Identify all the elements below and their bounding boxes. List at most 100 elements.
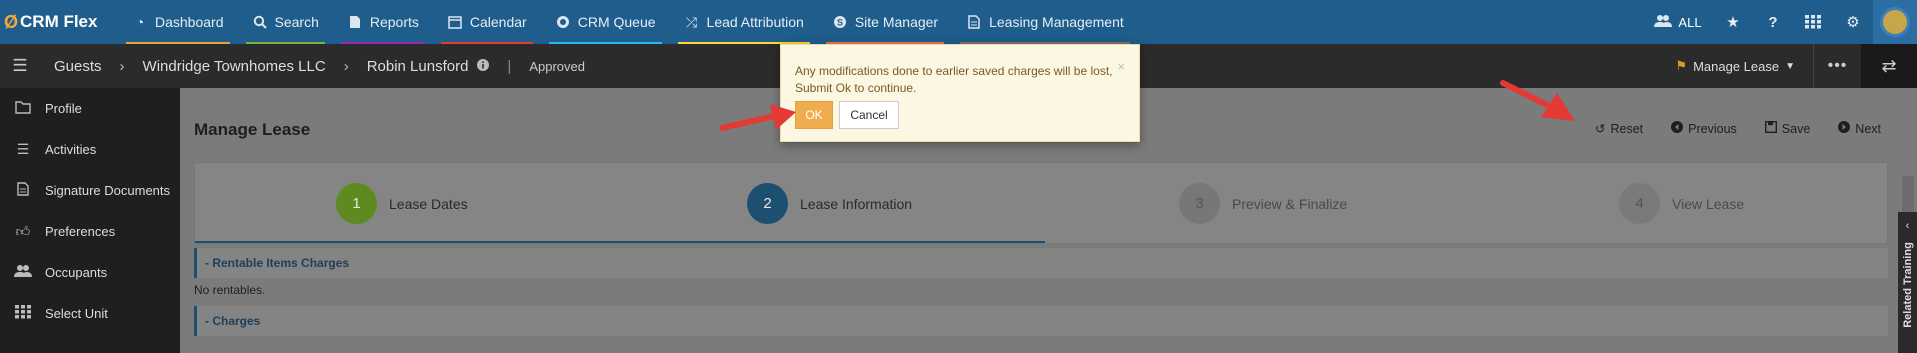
avatar-icon — [1880, 7, 1910, 37]
folder-icon — [14, 100, 32, 117]
calendar-icon — [447, 14, 463, 30]
no-rentables-text: No rentables. — [194, 283, 266, 297]
related-training-tab[interactable]: ‹ Related Training — [1898, 212, 1917, 353]
sidebar-item-label: Preferences — [45, 224, 116, 239]
breadcrumb: Guests › Windridge Townhomes LLC › Robin… — [40, 58, 585, 75]
sidebar-item-signature-documents[interactable]: Signature Documents — [0, 170, 180, 211]
reset-label: Reset — [1610, 121, 1644, 136]
nav-leasing-management[interactable]: Leasing Management — [952, 0, 1138, 44]
crm-queue-icon — [555, 14, 571, 30]
swap-icon[interactable]: ⇄ — [1861, 44, 1917, 88]
step-lease-information[interactable]: 2 Lease Information — [747, 183, 912, 224]
charges-section-header[interactable]: - Charges — [194, 306, 1888, 336]
svg-text:S: S — [837, 18, 843, 28]
sidebar-item-profile[interactable]: Profile — [0, 88, 180, 129]
gear-icon[interactable]: ⚙ — [1833, 13, 1873, 31]
grid-icon[interactable] — [1793, 15, 1833, 29]
rentable-items-section-header[interactable]: - Rentable Items Charges — [194, 248, 1888, 278]
sub-bar-right: ⚑ Manage Lease ▼ ••• ⇄ — [1657, 44, 1917, 88]
grid-icon — [14, 305, 32, 322]
step-label: View Lease — [1672, 195, 1745, 212]
dialog-message: Any modifications done to earlier saved … — [795, 64, 1113, 95]
search-icon — [252, 14, 268, 30]
info-icon[interactable] — [477, 58, 490, 75]
cancel-button[interactable]: Cancel — [839, 101, 899, 129]
all-users-button[interactable]: ALL — [1643, 14, 1713, 31]
nav-leasing-management-label: Leasing Management — [989, 14, 1124, 30]
save-label: Save — [1781, 121, 1811, 136]
annotation-arrow-icon — [1500, 80, 1575, 121]
nav-site-manager[interactable]: S Site Manager — [818, 0, 952, 44]
nav-reports[interactable]: Reports — [333, 0, 433, 44]
nav-dashboard[interactable]: ◔ Dashboard — [118, 0, 238, 44]
help-icon[interactable]: ? — [1753, 14, 1793, 31]
nav-crm-queue[interactable]: CRM Queue — [541, 0, 670, 44]
step-number: 4 — [1619, 183, 1660, 224]
logo-icon: Ø — [4, 11, 19, 32]
sidebar-item-select-unit[interactable]: Select Unit — [0, 293, 180, 334]
divider: | — [507, 57, 512, 75]
step-label: Lease Dates — [389, 195, 468, 212]
nav-calendar-label: Calendar — [469, 14, 527, 30]
nav-reports-label: Reports — [369, 14, 419, 30]
nav-lead-attribution[interactable]: ⤮ Lead Attribution — [670, 0, 818, 44]
sidebar-item-preferences[interactable]: 👍︎ Preferences — [0, 211, 180, 252]
more-options-icon[interactable]: ••• — [1813, 44, 1861, 88]
manage-lease-dropdown[interactable]: ⚑ Manage Lease ▼ — [1657, 44, 1813, 88]
nav-calendar[interactable]: Calendar — [433, 0, 541, 44]
chevron-right-icon: › — [119, 57, 125, 75]
sidebar-item-occupants[interactable]: Occupants — [0, 252, 180, 293]
menu-icon[interactable]: ☰ — [0, 56, 40, 76]
sidebar-item-label: Profile — [45, 101, 82, 116]
lease-wizard-steps: 1 Lease Dates 2 Lease Information 3 Prev… — [194, 162, 1888, 244]
reset-button[interactable]: ↺ Reset — [1595, 121, 1644, 137]
step-label: Preview & Finalize — [1232, 195, 1348, 212]
breadcrumb-guests[interactable]: Guests — [54, 58, 102, 75]
shuffle-icon: ⤮ — [685, 13, 698, 30]
step-preview-finalize[interactable]: 3 Preview & Finalize — [1179, 183, 1347, 224]
breadcrumb-property[interactable]: Windridge Townhomes LLC — [143, 58, 326, 75]
chevron-right-icon: › — [343, 57, 349, 75]
step-number: 2 — [747, 183, 788, 224]
top-nav: Ø CRM Flex ◔ Dashboard Search Reports Ca… — [0, 0, 1917, 44]
app-logo[interactable]: Ø CRM Flex — [0, 12, 118, 33]
save-button[interactable]: Save — [1764, 120, 1811, 136]
related-training-label: Related Training — [1901, 242, 1914, 329]
chevron-left-icon: ‹ — [1905, 220, 1910, 232]
sidebar-item-activities[interactable]: ☰ Activities — [0, 129, 180, 170]
logo-text: CRM Flex — [20, 12, 98, 31]
confirm-dialog: × Any modifications done to earlier save… — [780, 44, 1140, 142]
list-icon: ☰ — [16, 141, 30, 157]
lease-actions: ↺ Reset Previous Save Next — [1595, 120, 1881, 137]
users-icon — [1654, 14, 1673, 31]
sidebar: Profile ☰ Activities Signature Documents… — [0, 88, 180, 353]
star-icon[interactable]: ★ — [1713, 13, 1753, 31]
step-progress-line — [195, 241, 1045, 243]
next-icon — [1838, 121, 1851, 136]
all-label: ALL — [1678, 14, 1702, 30]
next-label: Next — [1855, 121, 1881, 136]
step-number: 3 — [1179, 183, 1220, 224]
sidebar-item-label: Occupants — [45, 265, 108, 280]
step-lease-dates[interactable]: 1 Lease Dates — [336, 183, 468, 224]
sidebar-item-label: Select Unit — [45, 306, 108, 321]
previous-button[interactable]: Previous — [1671, 121, 1737, 136]
flag-icon: ⚑ — [1675, 58, 1688, 73]
sidebar-item-label: Signature Documents — [45, 183, 171, 198]
ok-button[interactable]: OK — [795, 101, 833, 129]
close-icon[interactable]: × — [1117, 59, 1125, 74]
step-view-lease[interactable]: 4 View Lease — [1619, 183, 1744, 224]
top-nav-right: ALL ★ ? ⚙ — [1643, 0, 1917, 44]
reset-icon: ↺ — [1595, 122, 1606, 136]
previous-icon — [1671, 121, 1684, 136]
nav-crm-queue-label: CRM Queue — [577, 14, 656, 30]
avatar[interactable] — [1873, 0, 1917, 44]
previous-label: Previous — [1688, 121, 1737, 136]
reports-icon — [347, 14, 363, 30]
next-button[interactable]: Next — [1838, 121, 1881, 136]
page-title: Manage Lease — [194, 120, 311, 139]
nav-search-label: Search — [274, 14, 319, 30]
nav-search[interactable]: Search — [238, 0, 333, 44]
breadcrumb-guest-name[interactable]: Robin Lunsford — [367, 58, 469, 75]
nav-dashboard-label: Dashboard — [155, 14, 224, 30]
